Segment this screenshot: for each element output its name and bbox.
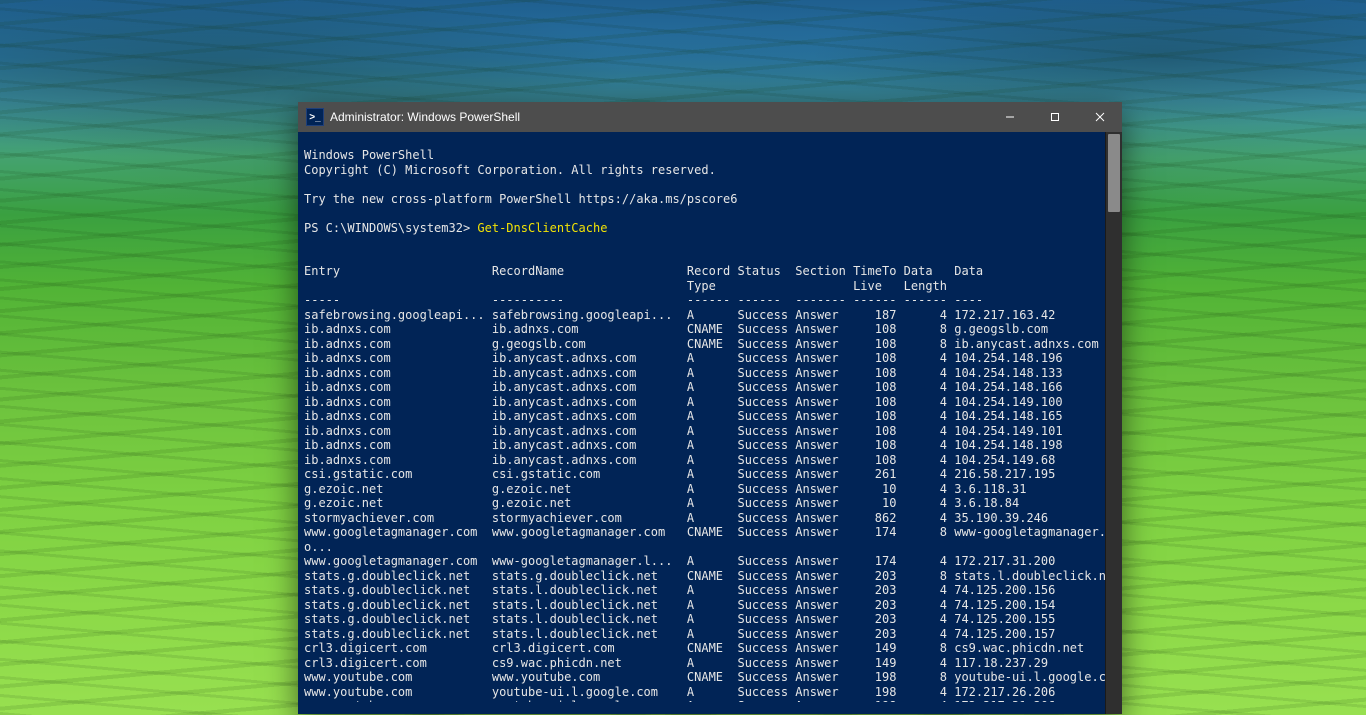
powershell-icon-glyph: >_ [309,112,320,123]
minimize-icon [1005,112,1015,122]
powershell-window: >_ Administrator: Windows PowerShell Win… [298,102,1122,714]
close-icon [1095,112,1105,122]
scrollbar-thumb[interactable] [1108,134,1120,212]
close-button[interactable] [1077,102,1122,132]
powershell-icon: >_ [306,108,324,126]
terminal-output[interactable]: Windows PowerShell Copyright (C) Microso… [298,144,1105,702]
window-titlebar[interactable]: >_ Administrator: Windows PowerShell [298,102,1122,132]
scrollbar-vertical[interactable] [1105,132,1122,714]
maximize-button[interactable] [1032,102,1077,132]
minimize-button[interactable] [987,102,1032,132]
window-title: Administrator: Windows PowerShell [330,110,520,124]
terminal-area: Windows PowerShell Copyright (C) Microso… [298,132,1122,714]
maximize-icon [1050,112,1060,122]
